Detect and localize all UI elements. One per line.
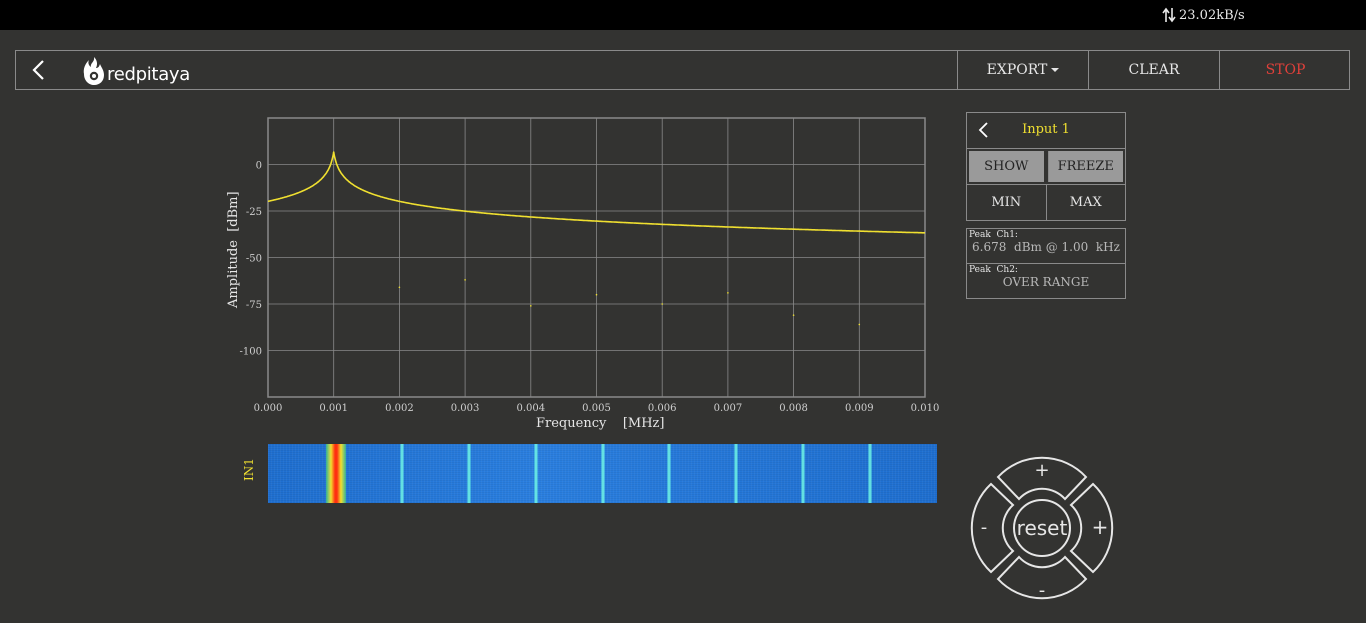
waterfall-display[interactable] xyxy=(268,444,937,503)
dpad-left-label: - xyxy=(981,517,988,538)
waterfall-peak-line xyxy=(325,444,346,503)
spectrum-peak-point xyxy=(332,151,335,153)
waterfall-peak-line xyxy=(399,444,404,503)
x-tick-label: 0.005 xyxy=(582,403,611,414)
x-tick-label: 0.008 xyxy=(779,403,808,414)
x-tick-label: 0.002 xyxy=(385,403,414,414)
y-tick-label: -25 xyxy=(246,207,262,218)
peak-readouts: Peak Ch1: 6.678 dBm @ 1.00 kHz Peak Ch2:… xyxy=(966,228,1126,299)
x-axis-label: Frequency [MHz] xyxy=(536,416,665,431)
peak-ch2-row: Peak Ch2: OVER RANGE xyxy=(967,263,1125,298)
peak-ch1-row: Peak Ch1: 6.678 dBm @ 1.00 kHz xyxy=(967,229,1125,263)
channel-panel: Input 1 SHOW FREEZE MIN MAX xyxy=(966,112,1126,221)
dpad-up-label: + xyxy=(1034,460,1049,481)
spectrum-peak-point xyxy=(858,323,861,326)
peak-ch2-label: Peak Ch2: xyxy=(969,265,1018,275)
y-tick-label: 0 xyxy=(256,161,262,172)
x-tick-label: 0.007 xyxy=(714,403,743,414)
y-tick-label: -100 xyxy=(240,347,262,358)
max-button[interactable]: MAX xyxy=(1045,185,1126,220)
reset-label: reset xyxy=(1017,516,1068,540)
spectrum-peak-point xyxy=(464,279,466,281)
spectrum-peak-point xyxy=(727,292,729,294)
spectrum-peak-point xyxy=(595,293,598,296)
dpad-down-label: - xyxy=(1039,580,1046,601)
x-tick-label: 0.000 xyxy=(254,403,283,414)
spectrum-peak-point xyxy=(661,303,663,305)
waterfall-peak-line xyxy=(533,444,538,503)
x-tick-label: 0.001 xyxy=(319,403,348,414)
peak-ch2-value: OVER RANGE xyxy=(1002,275,1090,289)
spectrum-peak-point xyxy=(530,305,532,307)
y-tick-label: -50 xyxy=(246,254,262,265)
navigation-dpad: reset + - - + xyxy=(970,456,1114,601)
min-button[interactable]: MIN xyxy=(967,185,1046,220)
x-tick-label: 0.004 xyxy=(516,403,545,414)
waterfall-peak-line xyxy=(801,444,806,503)
x-tick-label: 0.009 xyxy=(845,403,874,414)
show-freeze-row: SHOW FREEZE xyxy=(967,149,1125,185)
peak-ch1-label: Peak Ch1: xyxy=(969,230,1018,240)
spectrum-chart[interactable]: 0.000 0.001 0.002 0.003 0.004 0.005 0.006 0.007… xyxy=(0,0,1366,623)
y-axis-label: Amplitude [dBm] xyxy=(226,191,241,308)
input-title: Input 1 xyxy=(1022,122,1070,137)
waterfall-peak-line xyxy=(466,444,471,503)
waterfall-peak-line xyxy=(734,444,739,503)
peak-ch1-value: 6.678 dBm @ 1.00 kHz xyxy=(972,240,1120,254)
channel-panel-header: Input 1 xyxy=(967,113,1125,149)
waterfall-channel-label: IN1 xyxy=(242,458,256,481)
freeze-button[interactable]: FREEZE xyxy=(1047,151,1123,182)
waterfall-peak-line xyxy=(868,444,873,503)
spectrum-peak-point xyxy=(792,314,795,316)
dpad-right-label: + xyxy=(1092,515,1109,539)
waterfall-peak-line xyxy=(667,444,672,503)
min-max-row: MIN MAX xyxy=(967,185,1125,220)
x-tick-label: 0.010 xyxy=(911,403,940,414)
waterfall-peak-line xyxy=(600,444,605,503)
x-tick-label: 0.003 xyxy=(451,403,480,414)
spectrum-peak-point xyxy=(398,286,401,289)
dpad-left-button[interactable] xyxy=(970,482,1015,574)
y-tick-label: -75 xyxy=(246,300,262,311)
show-button[interactable]: SHOW xyxy=(969,151,1044,182)
x-tick-label: 0.006 xyxy=(648,403,677,414)
